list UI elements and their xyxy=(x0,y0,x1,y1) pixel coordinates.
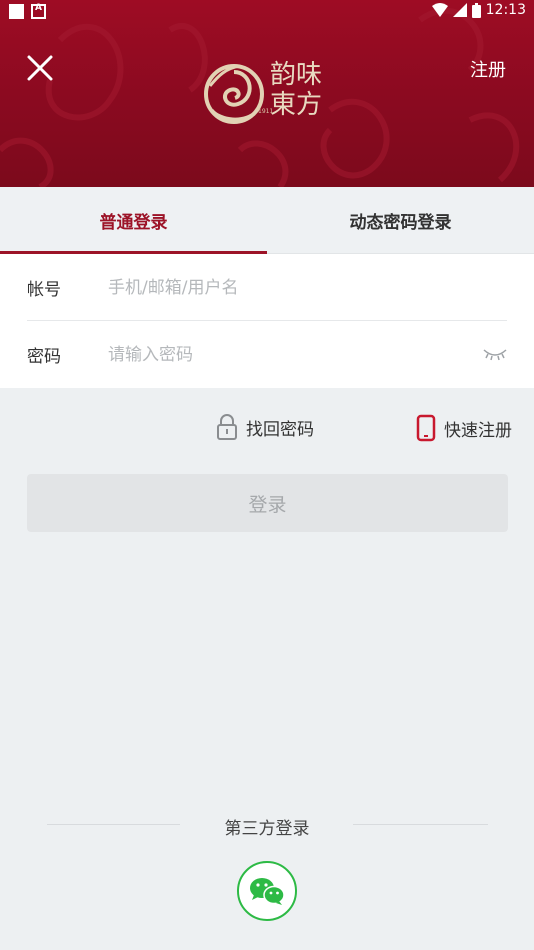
lock-icon xyxy=(217,414,237,440)
notification-icon xyxy=(9,4,24,19)
third-party-section: 第三方登录 xyxy=(0,810,534,840)
quick-register-label: 快速注册 xyxy=(444,420,512,441)
status-bar: A 12:13 xyxy=(0,0,534,24)
quick-register-link[interactable]: 快速注册 xyxy=(416,414,512,442)
account-input[interactable] xyxy=(108,277,468,298)
helper-links: 找回密码 快速注册 xyxy=(0,408,534,452)
logo-text-line2: 東方 xyxy=(270,90,323,120)
password-row: 密码 xyxy=(0,321,534,388)
account-row: 帐号 xyxy=(0,254,534,321)
divider-right xyxy=(353,824,488,825)
account-label: 帐号 xyxy=(27,280,61,300)
close-icon[interactable] xyxy=(24,52,56,84)
third-party-label: 第三方登录 xyxy=(224,819,310,839)
logo-text-line1: 韵味 xyxy=(270,60,323,90)
header-banner: A 12:13 韵味 東方 1911 注册 xyxy=(0,0,534,187)
forgot-password-label: 找回密码 xyxy=(246,419,314,440)
battery-icon xyxy=(471,2,481,18)
logo-emblem xyxy=(204,64,264,124)
wechat-icon xyxy=(250,878,285,905)
logo-wordmark: 韵味 東方 xyxy=(270,60,322,120)
signal-icon xyxy=(452,3,467,17)
app-logo: 韵味 東方 1911 xyxy=(200,58,336,130)
password-input[interactable] xyxy=(108,344,468,365)
status-time: 12:13 xyxy=(485,2,526,18)
app-notification-icon: A xyxy=(31,3,46,19)
login-tabs: 普通登录 动态密码登录 xyxy=(0,187,534,254)
wechat-login-button[interactable] xyxy=(237,861,297,921)
phone-icon xyxy=(416,414,436,442)
wifi-icon xyxy=(431,3,448,17)
eye-closed-icon[interactable] xyxy=(482,344,508,364)
tab-normal-login[interactable]: 普通登录 xyxy=(0,187,267,254)
register-link[interactable]: 注册 xyxy=(470,56,506,82)
login-form: 帐号 密码 xyxy=(0,254,534,388)
password-label: 密码 xyxy=(27,347,61,367)
login-button[interactable]: 登录 xyxy=(27,474,508,532)
forgot-password-link[interactable]: 找回密码 xyxy=(216,414,314,440)
tab-dynamic-password-login[interactable]: 动态密码登录 xyxy=(267,187,534,253)
logo-year: 1911 xyxy=(258,108,274,115)
